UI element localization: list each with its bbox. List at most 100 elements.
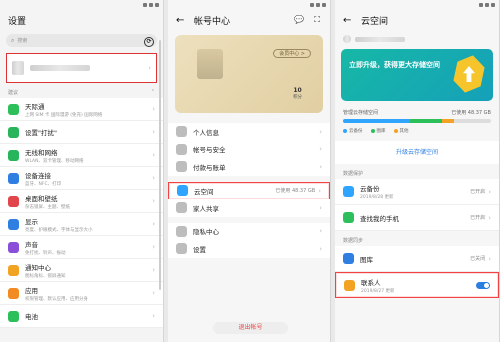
row-subtitle: 权限管理、默认应用、应用分身 — [25, 296, 88, 302]
search-placeholder: 搜索 — [17, 38, 28, 44]
account-name-blurred — [30, 65, 90, 71]
chevron-right-icon: › — [152, 128, 155, 136]
cloud-header: ← 云空间 — [335, 9, 499, 31]
family-icon — [176, 202, 187, 214]
legend-item: 其他 — [393, 128, 409, 134]
settings-item[interactable]: 桌面和壁纸 杂志锁屏、主题、壁纸 › — [0, 190, 163, 213]
cloud-space-panel: ← 云空间 立即升级，获得更大存储空间 管理云存储空间 已使用 48.37 GB … — [335, 0, 500, 342]
avatar — [12, 61, 24, 75]
row-subtitle: 2019/8/28 更新 — [360, 195, 394, 200]
search-input[interactable]: ⌕ 搜索 — [6, 34, 157, 47]
settings-item[interactable]: 应用 权限管理、默认应用、应用分身 › — [0, 282, 163, 305]
message-icon[interactable]: 💬 — [294, 15, 304, 25]
account-entry[interactable]: › — [6, 53, 157, 83]
row-title: 查找我的手机 — [360, 214, 399, 223]
row-title: 天际通 — [25, 102, 45, 111]
chevron-right-icon: › — [319, 145, 322, 154]
chevron-right-icon: › — [488, 187, 491, 196]
chevron-right-icon: › — [152, 197, 155, 205]
legend-item: 云备份 — [343, 128, 363, 134]
status-bar — [335, 0, 499, 9]
account-item[interactable]: 帐号与安全 › — [168, 140, 330, 158]
row-subtitle: WLAN、双卡管理、移动网络 — [25, 158, 84, 164]
status-bar — [0, 0, 163, 9]
chevron-right-icon: › — [152, 289, 155, 297]
member-center-link[interactable]: 会员中心 > — [273, 49, 311, 58]
cloud-item[interactable]: 查找我的手机 已开启 › — [335, 205, 499, 231]
chevron-right-icon: › — [152, 151, 155, 159]
row-title: 隐私中心 — [193, 228, 219, 237]
chevron-right-icon: › — [152, 312, 155, 320]
logout-button[interactable]: 退出帐号 — [213, 322, 288, 334]
settings-icon — [176, 243, 187, 255]
notification-icon — [8, 264, 19, 276]
cloud-item[interactable]: 联系人 2019/8/27 更新 — [335, 272, 499, 298]
settings-item[interactable]: 声音 免打扰、铃声、振动 › — [0, 236, 163, 259]
row-value: 已使用 48.37 GB — [275, 188, 316, 195]
legend-item: 图库 — [370, 128, 386, 134]
back-arrow-icon[interactable]: ← — [176, 15, 188, 26]
account-list: 个人信息 › 帐号与安全 › 付款与账单 › 云空间 已使用 48.37 GB › 家人共享 › 隐私… — [168, 123, 330, 258]
sound-icon — [8, 241, 19, 253]
banner-title: 立即升级，获得更大存储空间 — [349, 61, 440, 69]
points[interactable]: 10 积分 — [293, 87, 302, 100]
back-arrow-icon[interactable]: ← — [343, 15, 355, 26]
account-item[interactable]: 家人共享 › — [168, 199, 330, 217]
avatar — [197, 49, 223, 79]
row-subtitle: 2019/8/27 更新 — [361, 288, 395, 294]
wifi-icon — [8, 149, 19, 161]
chevron-right-icon: › — [319, 203, 322, 212]
row-title: 设备连接 — [25, 171, 51, 180]
sync-icon[interactable]: ⟳ — [144, 37, 154, 47]
settings-item[interactable]: 显示 亮度、护眼模式、字体与显示大小 › — [0, 213, 163, 236]
row-subtitle: 蓝牙、NFC、打印 — [25, 181, 62, 187]
account-item[interactable]: 个人信息 › — [168, 123, 330, 141]
row-title: 个人信息 — [193, 128, 219, 137]
member-card[interactable]: 会员中心 > 10 积分 — [175, 35, 323, 113]
storage-header: 管理云存储空间 已使用 48.37 GB — [343, 110, 491, 116]
display-icon — [8, 218, 19, 230]
privacy-icon — [176, 225, 187, 237]
data-protection-label: 数据保护 — [343, 171, 364, 177]
gallery-icon — [343, 253, 354, 264]
storage-legend: 云备份 图库 其他 — [335, 123, 499, 139]
settings-item[interactable]: 通知中心 图标角标、锁屏通知 › — [0, 259, 163, 282]
chevron-right-icon: › — [152, 220, 155, 228]
account-item[interactable]: 云空间 已使用 48.37 GB › — [168, 181, 330, 199]
person-icon — [176, 126, 187, 138]
settings-item[interactable]: 天际通 上网 SIM 卡 国际漫游 (免充) 国际网络 › — [0, 98, 163, 121]
account-blurred — [343, 33, 491, 45]
row-title: 云空间 — [194, 187, 214, 196]
upgrade-storage-button[interactable]: 升级云存储空间 — [335, 141, 499, 164]
scan-icon[interactable]: ⛶ — [312, 15, 322, 25]
account-header: ← 帐号中心 💬 ⛶ — [168, 9, 330, 31]
settings-item[interactable]: 电池 › — [0, 305, 163, 328]
find-phone-icon — [343, 212, 354, 223]
row-title: 通知中心 — [25, 263, 51, 272]
settings-item[interactable]: 设置"打扰" › — [0, 121, 163, 144]
row-subtitle: 免打扰、铃声、振动 — [25, 250, 66, 256]
toggle-switch[interactable] — [476, 281, 490, 289]
row-subtitle: 上网 SIM 卡 国际漫游 (免充) 国际网络 — [25, 112, 103, 118]
settings-item[interactable]: 无线和网络 WLAN、双卡管理、移动网络 › — [0, 144, 163, 167]
cloud-item[interactable]: 云备份 2019/8/28 更新 已开启 › — [335, 179, 499, 205]
scrollbar[interactable] — [159, 40, 161, 290]
settings-item[interactable]: 设备连接 蓝牙、NFC、打印 › — [0, 167, 163, 190]
row-title: 桌面和壁纸 — [25, 194, 58, 203]
backup-icon — [343, 186, 354, 197]
account-item[interactable]: 设置 › — [168, 240, 330, 258]
cloud-item[interactable]: 图库 已关闭 › — [335, 246, 499, 272]
chevron-right-icon: › — [152, 174, 155, 182]
row-title: 图库 — [360, 255, 373, 264]
account-item[interactable]: 付款与账单 › — [168, 158, 330, 176]
row-title: 无线和网络 — [25, 148, 58, 157]
chevron-right-icon: › — [488, 254, 491, 263]
upgrade-banner[interactable]: 立即升级，获得更大存储空间 — [341, 49, 493, 101]
row-title: 云备份 — [360, 185, 380, 193]
row-title: 设置"打扰" — [25, 129, 57, 137]
chevron-right-icon: › — [319, 127, 322, 136]
chevron-right-icon: › — [152, 243, 155, 251]
account-item[interactable]: 隐私中心 › — [168, 222, 330, 240]
suggestion-label: 建议 ⌃ — [8, 89, 155, 96]
row-title: 付款与账单 — [193, 163, 226, 172]
